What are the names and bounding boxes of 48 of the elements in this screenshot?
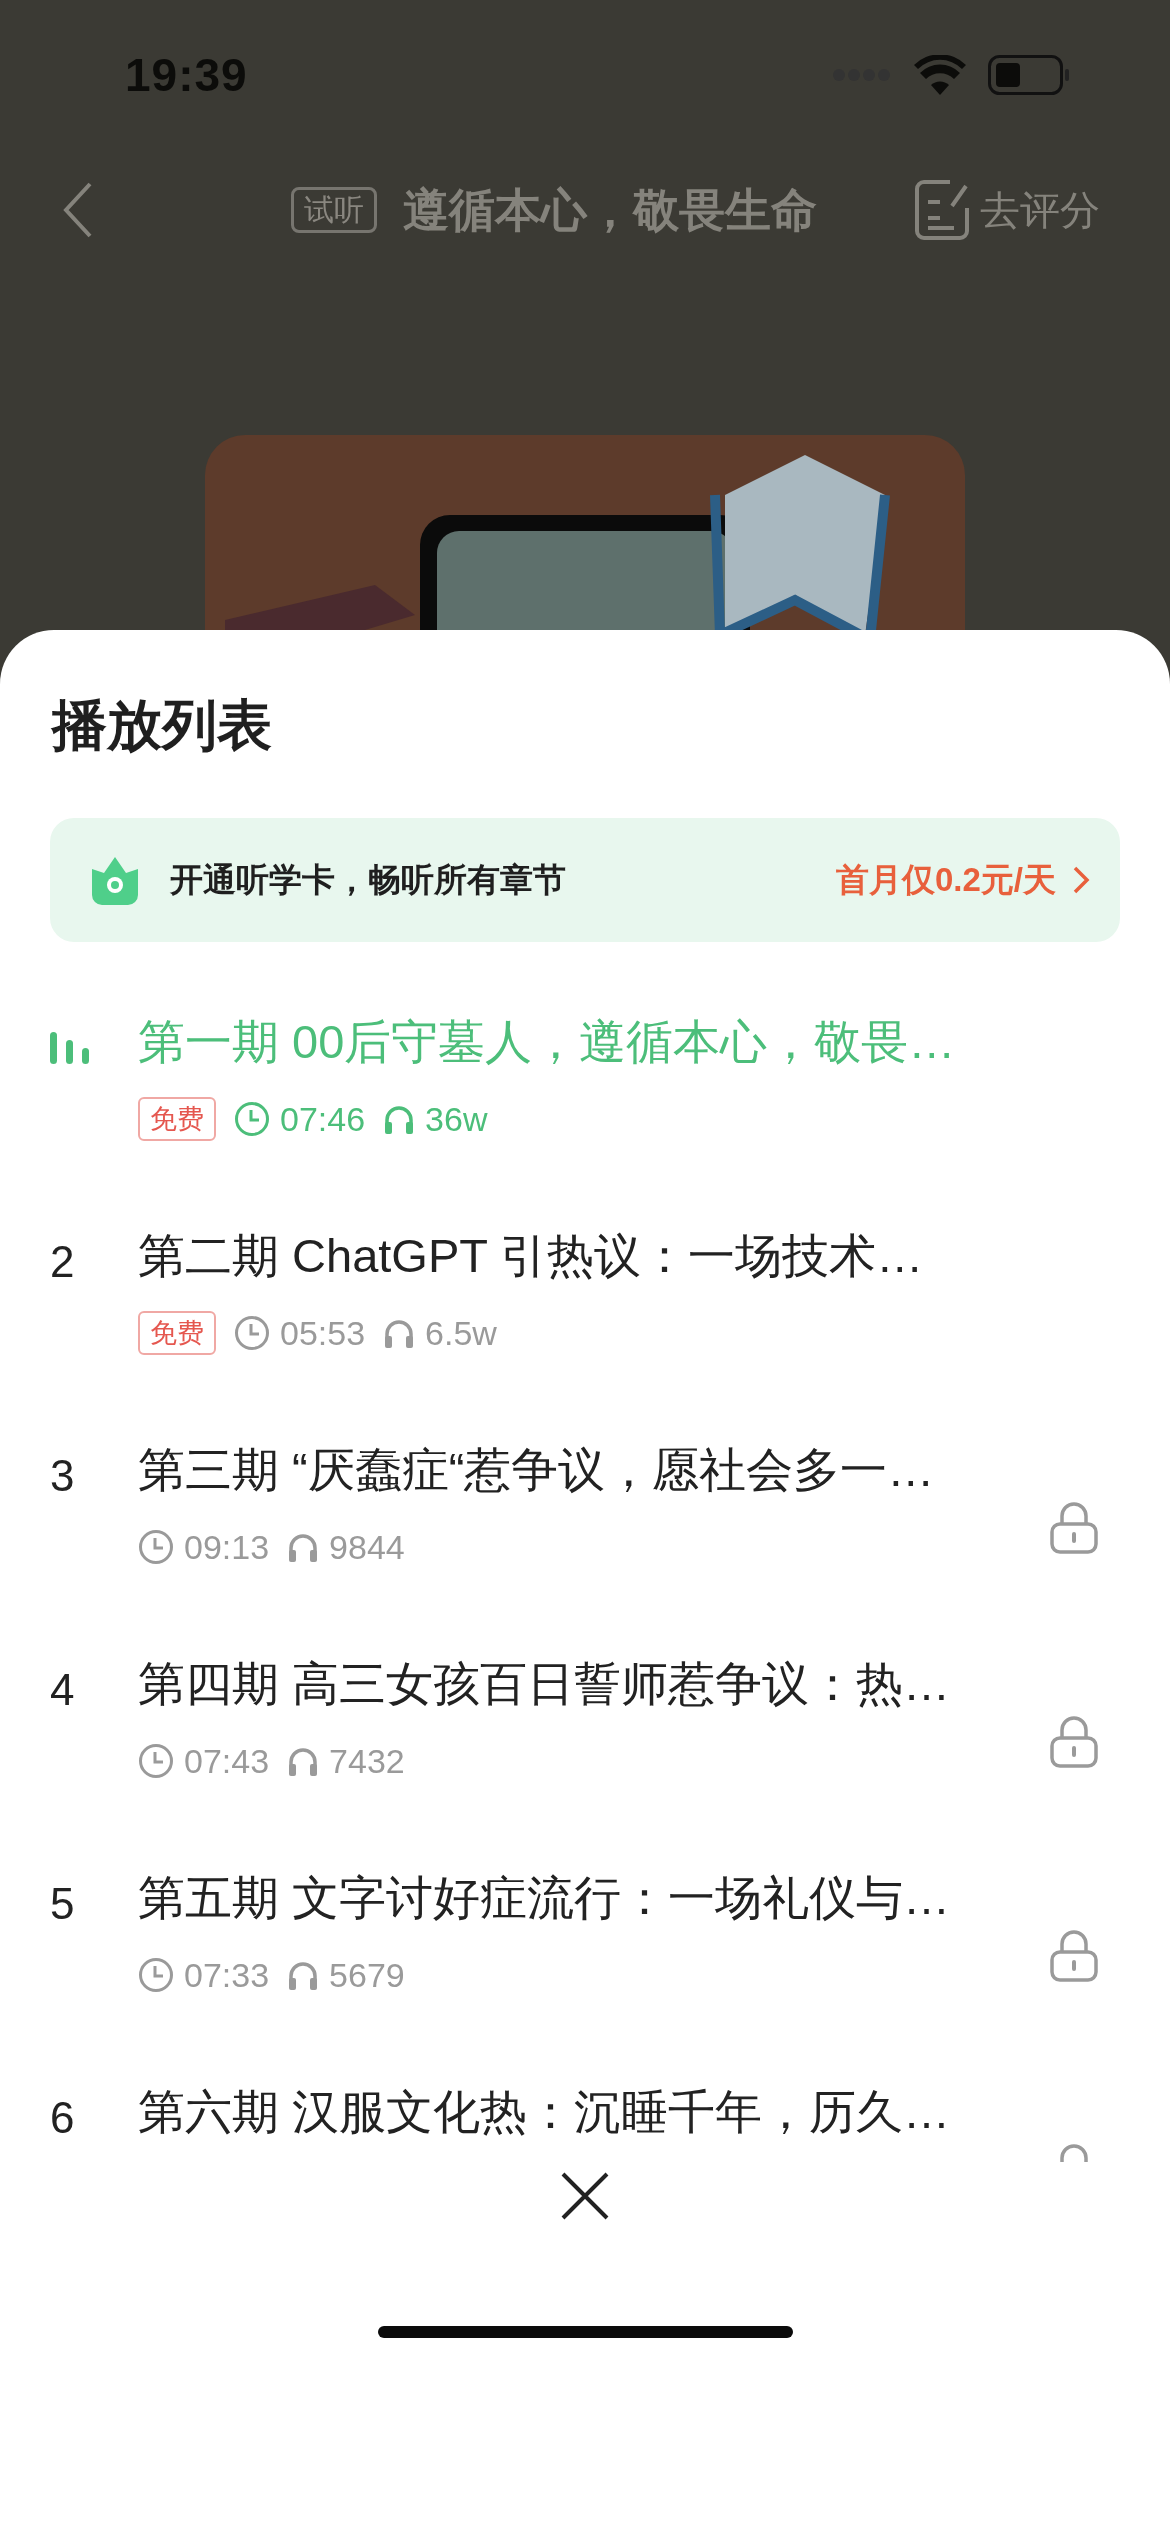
- play-count: 6.5w: [425, 1312, 497, 1354]
- headphones-icon: [287, 1959, 320, 1991]
- play-count: 5679: [329, 1954, 405, 1996]
- play-count: 9844: [329, 1526, 405, 1568]
- headphones-icon: [383, 1317, 416, 1349]
- episode-number: 6: [50, 2092, 75, 2142]
- episode-item[interactable]: 3 第三期 “厌蠢症“惹争议，愿社会多一… 09:13 9844: [50, 1421, 1120, 1636]
- episode-item[interactable]: 5 第五期 文字讨好症流行：一场礼仪与… 07:33 5679: [50, 1849, 1120, 2064]
- trial-badge: 试听: [291, 187, 377, 233]
- duration-text: 09:13: [184, 1526, 270, 1568]
- clock-icon: [234, 1315, 270, 1351]
- episode-number: 2: [50, 1236, 75, 1286]
- headphones-icon: [287, 1745, 320, 1777]
- episode-number: 3: [50, 1450, 75, 1500]
- chevron-right-icon: [1072, 864, 1090, 895]
- banner-text: 开通听学卡，畅听所有章节: [170, 859, 566, 900]
- free-badge: 免费: [138, 1096, 216, 1142]
- note-icon: [914, 178, 972, 242]
- battery-icon: [988, 55, 1070, 95]
- episode-title: 第二期 ChatGPT 引热议：一场技术…: [138, 1227, 925, 1284]
- duration-text: 05:53: [280, 1312, 366, 1354]
- headphones-icon: [287, 1531, 320, 1563]
- episode-number: 4: [50, 1664, 75, 1714]
- episode-title: 第五期 文字讨好症流行：一场礼仪与…: [138, 1869, 952, 1926]
- episode-item[interactable]: 4 第四期 高三女孩百日誓师惹争议：热… 07:43 7432: [50, 1635, 1120, 1850]
- duration-text: 07:46: [280, 1098, 366, 1140]
- clock-icon: [138, 1529, 174, 1565]
- play-count: 7432: [329, 1740, 405, 1782]
- membership-banner[interactable]: 开通听学卡，畅听所有章节 首月仅0.2元/天: [50, 817, 1120, 942]
- clock-icon: [138, 1743, 174, 1779]
- duration-text: 07:43: [184, 1740, 270, 1782]
- episode-title: 第四期 高三女孩百日誓师惹争议：热…: [138, 1655, 952, 1712]
- duration-text: 07:33: [184, 1954, 270, 1996]
- episode-item[interactable]: 2 第二期 ChatGPT 引热议：一场技术… 免费 05:53 6.5w: [50, 1207, 1120, 1422]
- episode-item[interactable]: 第一期 00后守墓人，遵循本心，敬畏… 免费 07:46 36w: [50, 993, 1120, 1208]
- clock-icon: [234, 1101, 270, 1137]
- episode-title: 第六期 汉服文化热：沉睡千年，历久…: [138, 2083, 952, 2140]
- episode-item[interactable]: 6 第六期 汉服文化热：沉睡千年，历久…: [50, 2063, 1120, 2162]
- episode-number: 5: [50, 1878, 75, 1928]
- episode-title: 第三期 “厌蠢症“惹争议，愿社会多一…: [138, 1441, 936, 1498]
- page-title: 遵循本心，敬畏生命: [403, 182, 817, 238]
- sheet-title: 播放列表: [52, 693, 273, 758]
- episode-title: 第一期 00后守墓人，遵循本心，敬畏…: [138, 1013, 957, 1070]
- headphones-icon: [383, 1103, 416, 1135]
- wifi-icon: [914, 55, 966, 95]
- play-count: 36w: [425, 1098, 488, 1140]
- clock-icon: [138, 1957, 174, 1993]
- free-badge: 免费: [138, 1310, 216, 1356]
